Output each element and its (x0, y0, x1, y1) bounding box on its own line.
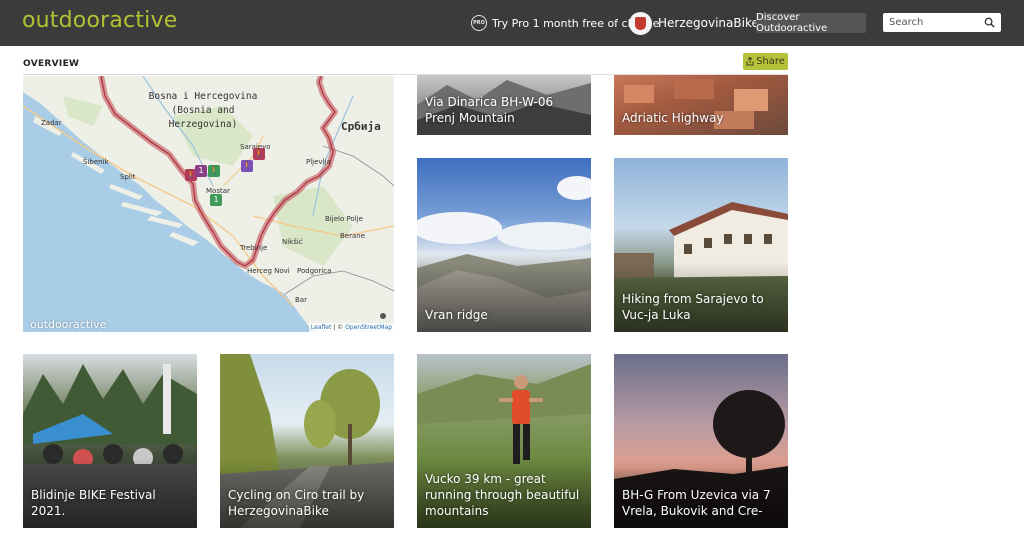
card-title: BH-G From Uzevica via 7 Vrela, Bukovik a… (622, 488, 771, 518)
route-map[interactable]: Bosna i Hercegovina (Bosnia and Herzegov… (23, 76, 394, 332)
card-image-detail (624, 79, 768, 129)
pro-badge-icon: PRO (471, 15, 487, 31)
route-pin-icon[interactable]: 1 (210, 194, 222, 206)
tour-card[interactable]: Via Dinarica BH-W-06 Prenj Mountain (417, 75, 591, 135)
map-place-label: Berane (340, 232, 366, 240)
leaflet-link[interactable]: Leaflet (311, 324, 331, 331)
user-avatar (629, 11, 652, 35)
map-place-label: Šibenik (83, 158, 109, 166)
attribution-separator: | © (331, 324, 346, 331)
share-button[interactable]: Share (743, 53, 788, 70)
search-box (883, 13, 1001, 32)
search-input[interactable] (889, 17, 979, 28)
map-place-label: Podgorica (297, 267, 332, 275)
user-name: HerzegovinaBike (658, 16, 759, 30)
map-place-label: Bar (295, 296, 307, 304)
map-place-label: Pljevlja (306, 158, 331, 166)
card-title: Vucko 39 km - great running through beau… (425, 472, 580, 518)
card-title: Hiking from Sarajevo to Vuc-ja Luka (622, 292, 764, 322)
map-place-label: Split (120, 173, 136, 181)
route-pin-icon[interactable]: 1 (195, 165, 207, 177)
tour-card[interactable]: Vucko 39 km - great running through beau… (417, 354, 591, 528)
map-watermark: outdooractive (30, 318, 107, 331)
map-country-label: Bosna i Hercegovina (Bosnia and Herzegov… (148, 91, 258, 130)
map-place-label: Zadar (41, 119, 62, 127)
hiking-pin-icon[interactable]: 🚶 (208, 165, 220, 177)
card-title: Blidinje BIKE Festival 2021. (31, 488, 156, 518)
map-place-label: Herceg Novi (247, 267, 290, 275)
share-label: Share (756, 56, 785, 67)
map-attribution: Leaflet | © OpenStreetMap (308, 323, 394, 332)
map-place-label: Bijelo Polje (325, 215, 363, 223)
card-title: Cycling on Ciro trail by HerzegovinaBike (228, 488, 365, 518)
card-title: Via Dinarica BH-W-06 Prenj Mountain (425, 95, 554, 125)
map-serbia-label: Србија (341, 120, 381, 133)
share-icon (746, 57, 754, 66)
tour-card[interactable]: Vran ridge (417, 158, 591, 332)
map-place-label: Nikšić (282, 238, 303, 246)
shield-icon (635, 16, 646, 30)
tour-card[interactable]: Adriatic Highway (614, 75, 788, 135)
outdooractive-logo[interactable]: outdooractive (22, 8, 177, 33)
card-title: Vran ridge (425, 308, 488, 322)
top-navigation-bar: outdooractive PRO Try Pro 1 month free o… (0, 0, 1024, 46)
overview-tab[interactable]: OVERVIEW (23, 59, 79, 69)
discover-outdooractive-button[interactable]: Discover Outdooractive (756, 12, 866, 34)
tour-card[interactable]: Cycling on Ciro trail by HerzegovinaBike (220, 354, 394, 528)
map-place-label: Trebinje (240, 244, 268, 252)
map-location-dot (380, 313, 386, 319)
user-profile-link[interactable]: HerzegovinaBike (629, 11, 759, 35)
tour-card[interactable]: BH-G From Uzevica via 7 Vrela, Bukovik a… (614, 354, 788, 528)
tour-card[interactable]: Blidinje BIKE Festival 2021. (23, 354, 197, 528)
card-title: Adriatic Highway (622, 111, 724, 125)
hiking-pin-icon[interactable]: 🚶 (241, 160, 253, 172)
search-icon[interactable] (984, 17, 995, 28)
openstreetmap-link[interactable]: OpenStreetMap (345, 324, 392, 331)
tour-card[interactable]: Hiking from Sarajevo to Vuc-ja Luka (614, 158, 788, 332)
hiking-pin-icon[interactable]: 🚶 (253, 148, 265, 160)
